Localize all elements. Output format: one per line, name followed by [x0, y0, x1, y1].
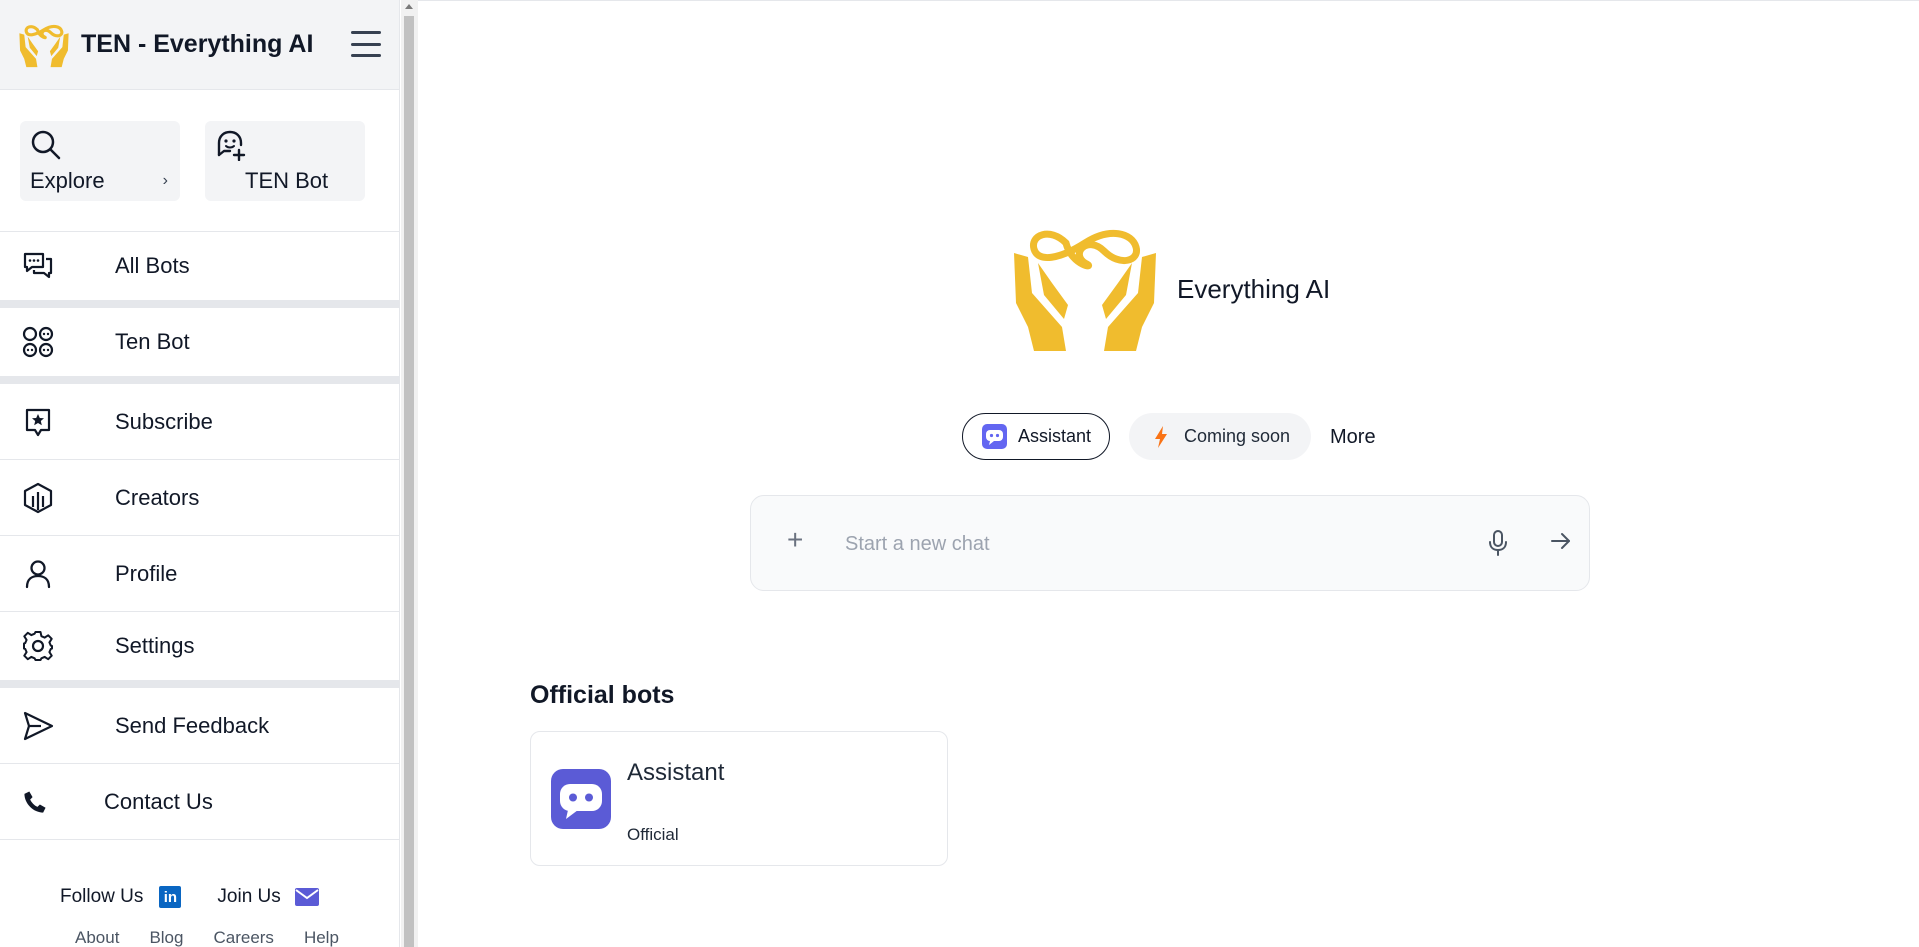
gear-icon	[23, 631, 53, 661]
chip-label: Assistant	[1018, 426, 1092, 446]
send-icon	[23, 711, 54, 740]
chevron-right-icon: ›	[162, 172, 168, 189]
sidebar-item-label: Creators	[115, 484, 200, 510]
join-us-label: Join Us	[217, 886, 281, 907]
blog-link[interactable]: Blog	[149, 928, 183, 947]
microphone-icon[interactable]	[1486, 529, 1510, 557]
sidebar-item-profile[interactable]: Profile	[0, 536, 399, 612]
arrow-right-icon[interactable]	[1550, 530, 1572, 552]
main-content: Everything AI Assistant Coming soon More…	[418, 0, 1919, 947]
sidebar-item-send-feedback[interactable]: Send Feedback	[0, 688, 399, 764]
sidebar-item-subscribe[interactable]: Subscribe	[0, 384, 399, 460]
footer-links: About Blog Careers Help Center	[75, 928, 399, 947]
about-link[interactable]: About	[75, 928, 119, 947]
sidebar-item-label: Ten Bot	[115, 329, 190, 354]
bot-name: Assistant	[627, 759, 725, 786]
sidebar-item-contact-us[interactable]: Contact Us	[0, 764, 399, 840]
sidebar-scrollbar[interactable]	[401, 0, 418, 947]
scrollbar-thumb[interactable]	[404, 16, 414, 947]
ten-bot-label: TEN Bot	[245, 168, 329, 193]
chip-coming-soon[interactable]: Coming soon	[1129, 413, 1311, 460]
lightning-icon	[1155, 425, 1167, 448]
mail-icon[interactable]	[294, 887, 319, 907]
linkedin-icon[interactable]: in	[159, 886, 182, 908]
explore-label: Explore	[30, 168, 105, 193]
user-icon	[25, 559, 51, 588]
ten-bot-button[interactable]: TEN Bot	[205, 121, 365, 201]
search-icon	[31, 130, 61, 160]
creators-icon	[23, 482, 53, 513]
sidebar-item-all-bots[interactable]: All Bots	[0, 232, 399, 308]
phone-icon	[24, 790, 46, 813]
social-row: Follow Us in Join Us	[60, 886, 319, 908]
sidebar-item-label: All Bots	[115, 253, 190, 278]
sidebar: TEN - Everything AI Explore › TEN Bot Al…	[0, 0, 400, 947]
assistant-bot-avatar-icon	[551, 769, 611, 829]
sidebar-item-label: Settings	[115, 633, 195, 658]
sidebar-header: TEN - Everything AI	[0, 0, 399, 90]
hero-logo-icon	[1014, 229, 1156, 351]
sidebar-item-label: Send Feedback	[115, 712, 270, 738]
hamburger-icon	[351, 31, 381, 34]
quick-actions: Explore › TEN Bot	[0, 90, 399, 232]
chat-bubbles-icon	[23, 252, 53, 279]
explore-button[interactable]: Explore ›	[20, 121, 180, 201]
sidebar-item-label: Profile	[115, 560, 178, 586]
bot-avatar-icon	[982, 424, 1007, 449]
sidebar-item-creators[interactable]: Creators	[0, 460, 399, 536]
chat-composer: +	[750, 495, 1590, 591]
follow-us-label: Follow Us	[60, 886, 144, 907]
sidebar-item-ten-bot[interactable]: Ten Bot	[0, 308, 399, 384]
star-badge-icon	[25, 408, 51, 436]
careers-link[interactable]: Careers	[213, 928, 273, 947]
add-attachment-icon[interactable]: +	[787, 526, 803, 554]
sidebar-item-settings[interactable]: Settings	[0, 612, 399, 688]
more-button[interactable]: More	[1330, 426, 1376, 449]
official-bots-heading: Official bots	[530, 681, 675, 709]
scroll-up-arrow-icon[interactable]	[405, 4, 413, 9]
help-center-link[interactable]: Help Center	[304, 928, 370, 947]
bot-card-assistant[interactable]: Assistant Official	[530, 731, 948, 866]
bot-grid-icon	[22, 326, 54, 358]
menu-toggle-button[interactable]	[351, 31, 381, 57]
brand-logo-icon[interactable]	[18, 22, 70, 68]
chip-assistant[interactable]: Assistant	[962, 413, 1110, 460]
hero-title: Everything AI	[1177, 274, 1331, 304]
bot-tag: Official	[627, 825, 679, 844]
chat-input[interactable]	[845, 524, 1445, 564]
sidebar-item-label: Contact Us	[104, 788, 213, 814]
sidebar-item-label: Subscribe	[115, 408, 213, 434]
chip-label: Coming soon	[1184, 426, 1291, 446]
bot-add-icon	[217, 130, 246, 161]
brand-name: TEN - Everything AI	[81, 30, 314, 58]
